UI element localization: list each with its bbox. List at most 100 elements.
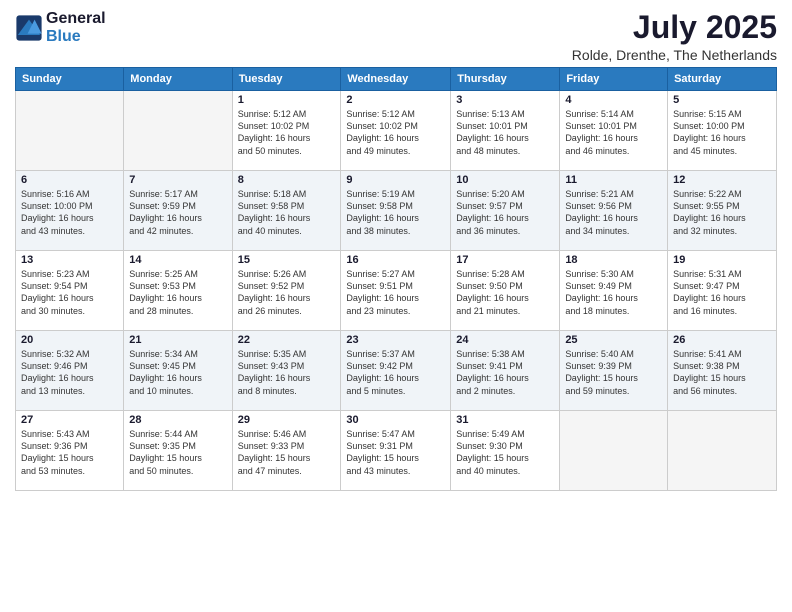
calendar-cell: 29Sunrise: 5:46 AM Sunset: 9:33 PM Dayli… bbox=[232, 411, 341, 491]
logo-text: General Blue bbox=[46, 10, 106, 45]
day-number: 6 bbox=[21, 174, 118, 186]
day-detail: Sunrise: 5:19 AM Sunset: 9:58 PM Dayligh… bbox=[346, 188, 445, 237]
calendar-cell: 17 Sunrise: 5:28 AM Sunset: 9:50 PM Dayli… bbox=[451, 251, 560, 331]
calendar-cell: 21Sunrise: 5:34 AM Sunset: 9:45 PM Dayli… bbox=[124, 331, 232, 411]
day-detail: Sunrise: 5:26 AM Sunset: 9:52 PM Dayligh… bbox=[238, 268, 336, 317]
day-number: 29 bbox=[238, 414, 336, 426]
day-detail: Sunrise: 5:40 AM Sunset: 9:39 PM Dayligh… bbox=[565, 348, 662, 397]
calendar-cell bbox=[668, 411, 777, 491]
calendar-cell: 24 Sunrise: 5:38 AM Sunset: 9:41 PM Dayli… bbox=[451, 331, 560, 411]
calendar-cell: 22 Sunrise: 5:35 AM Sunset: 9:43 PM Dayli… bbox=[232, 331, 341, 411]
day-detail: Sunrise: 5:38 AM Sunset: 9:41 PM Dayligh… bbox=[456, 348, 554, 397]
day-detail: Sunrise: 5:14 AM Sunset: 10:01 PM Daylig… bbox=[565, 108, 662, 157]
day-detail: Sunrise: 5:18 AM Sunset: 9:58 PM Dayligh… bbox=[238, 188, 336, 237]
day-detail: Sunrise: 5:31 AM Sunset: 9:47 PM Dayligh… bbox=[673, 268, 771, 317]
header-monday: Monday bbox=[124, 68, 232, 91]
day-number: 20 bbox=[21, 334, 118, 346]
day-number: 18 bbox=[565, 254, 662, 266]
day-detail: Sunrise: 5:43 AM Sunset: 9:36 PM Dayligh… bbox=[21, 428, 118, 477]
day-number: 13 bbox=[21, 254, 118, 266]
calendar-cell: 11 Sunrise: 5:21 AM Sunset: 9:56 PM Dayli… bbox=[560, 171, 668, 251]
day-number: 5 bbox=[673, 94, 771, 106]
calendar-cell: 14Sunrise: 5:25 AM Sunset: 9:53 PM Dayli… bbox=[124, 251, 232, 331]
calendar-header-row: Sunday Monday Tuesday Wednesday Thursday… bbox=[16, 68, 777, 91]
day-number: 23 bbox=[346, 334, 445, 346]
day-detail: Sunrise: 5:44 AM Sunset: 9:35 PM Dayligh… bbox=[129, 428, 226, 477]
day-number: 3 bbox=[456, 94, 554, 106]
calendar-cell: 7Sunrise: 5:17 AM Sunset: 9:59 PM Daylig… bbox=[124, 171, 232, 251]
calendar-cell bbox=[16, 91, 124, 171]
calendar-cell bbox=[124, 91, 232, 171]
day-detail: Sunrise: 5:49 AM Sunset: 9:30 PM Dayligh… bbox=[456, 428, 554, 477]
day-detail: Sunrise: 5:47 AM Sunset: 9:31 PM Dayligh… bbox=[346, 428, 445, 477]
calendar-cell: 12Sunrise: 5:22 AM Sunset: 9:55 PM Dayli… bbox=[668, 171, 777, 251]
day-number: 24 bbox=[456, 334, 554, 346]
day-number: 26 bbox=[673, 334, 771, 346]
header: General Blue July 2025 Rolde, Drenthe, T… bbox=[15, 10, 777, 63]
calendar-cell: 1 Sunrise: 5:12 AM Sunset: 10:02 PM Dayli… bbox=[232, 91, 341, 171]
header-tuesday: Tuesday bbox=[232, 68, 341, 91]
day-number: 12 bbox=[673, 174, 771, 186]
day-number: 4 bbox=[565, 94, 662, 106]
calendar-cell: 4 Sunrise: 5:14 AM Sunset: 10:01 PM Dayli… bbox=[560, 91, 668, 171]
calendar-week-4: 20 Sunrise: 5:32 AM Sunset: 9:46 PM Dayli… bbox=[16, 331, 777, 411]
logo: General Blue bbox=[15, 10, 106, 45]
calendar-cell: 19Sunrise: 5:31 AM Sunset: 9:47 PM Dayli… bbox=[668, 251, 777, 331]
day-detail: Sunrise: 5:37 AM Sunset: 9:42 PM Dayligh… bbox=[346, 348, 445, 397]
day-number: 10 bbox=[456, 174, 554, 186]
day-detail: Sunrise: 5:15 AM Sunset: 10:00 PM Daylig… bbox=[673, 108, 771, 157]
calendar-cell: 10 Sunrise: 5:20 AM Sunset: 9:57 PM Dayli… bbox=[451, 171, 560, 251]
day-number: 22 bbox=[238, 334, 336, 346]
day-number: 31 bbox=[456, 414, 554, 426]
calendar-cell bbox=[560, 411, 668, 491]
day-number: 7 bbox=[129, 174, 226, 186]
calendar-cell: 2Sunrise: 5:12 AM Sunset: 10:02 PM Dayli… bbox=[341, 91, 451, 171]
day-number: 15 bbox=[238, 254, 336, 266]
day-detail: Sunrise: 5:21 AM Sunset: 9:56 PM Dayligh… bbox=[565, 188, 662, 237]
calendar-cell: 15 Sunrise: 5:26 AM Sunset: 9:52 PM Dayli… bbox=[232, 251, 341, 331]
day-detail: Sunrise: 5:28 AM Sunset: 9:50 PM Dayligh… bbox=[456, 268, 554, 317]
day-detail: Sunrise: 5:12 AM Sunset: 10:02 PM Daylig… bbox=[346, 108, 445, 157]
day-number: 16 bbox=[346, 254, 445, 266]
calendar-cell: 25Sunrise: 5:40 AM Sunset: 9:39 PM Dayli… bbox=[560, 331, 668, 411]
header-saturday: Saturday bbox=[668, 68, 777, 91]
day-detail: Sunrise: 5:30 AM Sunset: 9:49 PM Dayligh… bbox=[565, 268, 662, 317]
day-number: 9 bbox=[346, 174, 445, 186]
day-detail: Sunrise: 5:23 AM Sunset: 9:54 PM Dayligh… bbox=[21, 268, 118, 317]
calendar-cell: 18 Sunrise: 5:30 AM Sunset: 9:49 PM Dayli… bbox=[560, 251, 668, 331]
calendar-table: Sunday Monday Tuesday Wednesday Thursday… bbox=[15, 67, 777, 491]
calendar-cell: 8 Sunrise: 5:18 AM Sunset: 9:58 PM Daylig… bbox=[232, 171, 341, 251]
day-number: 1 bbox=[238, 94, 336, 106]
day-number: 11 bbox=[565, 174, 662, 186]
day-detail: Sunrise: 5:32 AM Sunset: 9:46 PM Dayligh… bbox=[21, 348, 118, 397]
day-number: 8 bbox=[238, 174, 336, 186]
calendar-cell: 20 Sunrise: 5:32 AM Sunset: 9:46 PM Dayli… bbox=[16, 331, 124, 411]
day-number: 27 bbox=[21, 414, 118, 426]
calendar-week-3: 13 Sunrise: 5:23 AM Sunset: 9:54 PM Dayli… bbox=[16, 251, 777, 331]
day-detail: Sunrise: 5:16 AM Sunset: 10:00 PM Daylig… bbox=[21, 188, 118, 237]
day-detail: Sunrise: 5:13 AM Sunset: 10:01 PM Daylig… bbox=[456, 108, 554, 157]
header-thursday: Thursday bbox=[451, 68, 560, 91]
calendar-cell: 5 Sunrise: 5:15 AM Sunset: 10:00 PM Dayli… bbox=[668, 91, 777, 171]
day-detail: Sunrise: 5:20 AM Sunset: 9:57 PM Dayligh… bbox=[456, 188, 554, 237]
day-detail: Sunrise: 5:27 AM Sunset: 9:51 PM Dayligh… bbox=[346, 268, 445, 317]
day-detail: Sunrise: 5:25 AM Sunset: 9:53 PM Dayligh… bbox=[129, 268, 226, 317]
calendar-week-1: 1 Sunrise: 5:12 AM Sunset: 10:02 PM Dayli… bbox=[16, 91, 777, 171]
day-number: 17 bbox=[456, 254, 554, 266]
day-number: 28 bbox=[129, 414, 226, 426]
calendar-cell: 27 Sunrise: 5:43 AM Sunset: 9:36 PM Dayli… bbox=[16, 411, 124, 491]
calendar-page: General Blue July 2025 Rolde, Drenthe, T… bbox=[0, 0, 792, 612]
location-subtitle: Rolde, Drenthe, The Netherlands bbox=[572, 47, 777, 63]
calendar-cell: 6 Sunrise: 5:16 AM Sunset: 10:00 PM Dayli… bbox=[16, 171, 124, 251]
calendar-cell: 3 Sunrise: 5:13 AM Sunset: 10:01 PM Dayli… bbox=[451, 91, 560, 171]
title-block: July 2025 Rolde, Drenthe, The Netherland… bbox=[572, 10, 777, 63]
logo-icon bbox=[15, 14, 43, 42]
month-title: July 2025 bbox=[572, 10, 777, 45]
day-detail: Sunrise: 5:12 AM Sunset: 10:02 PM Daylig… bbox=[238, 108, 336, 157]
day-detail: Sunrise: 5:35 AM Sunset: 9:43 PM Dayligh… bbox=[238, 348, 336, 397]
calendar-week-2: 6 Sunrise: 5:16 AM Sunset: 10:00 PM Dayli… bbox=[16, 171, 777, 251]
calendar-cell: 30Sunrise: 5:47 AM Sunset: 9:31 PM Dayli… bbox=[341, 411, 451, 491]
day-detail: Sunrise: 5:41 AM Sunset: 9:38 PM Dayligh… bbox=[673, 348, 771, 397]
header-sunday: Sunday bbox=[16, 68, 124, 91]
calendar-cell: 31 Sunrise: 5:49 AM Sunset: 9:30 PM Dayli… bbox=[451, 411, 560, 491]
